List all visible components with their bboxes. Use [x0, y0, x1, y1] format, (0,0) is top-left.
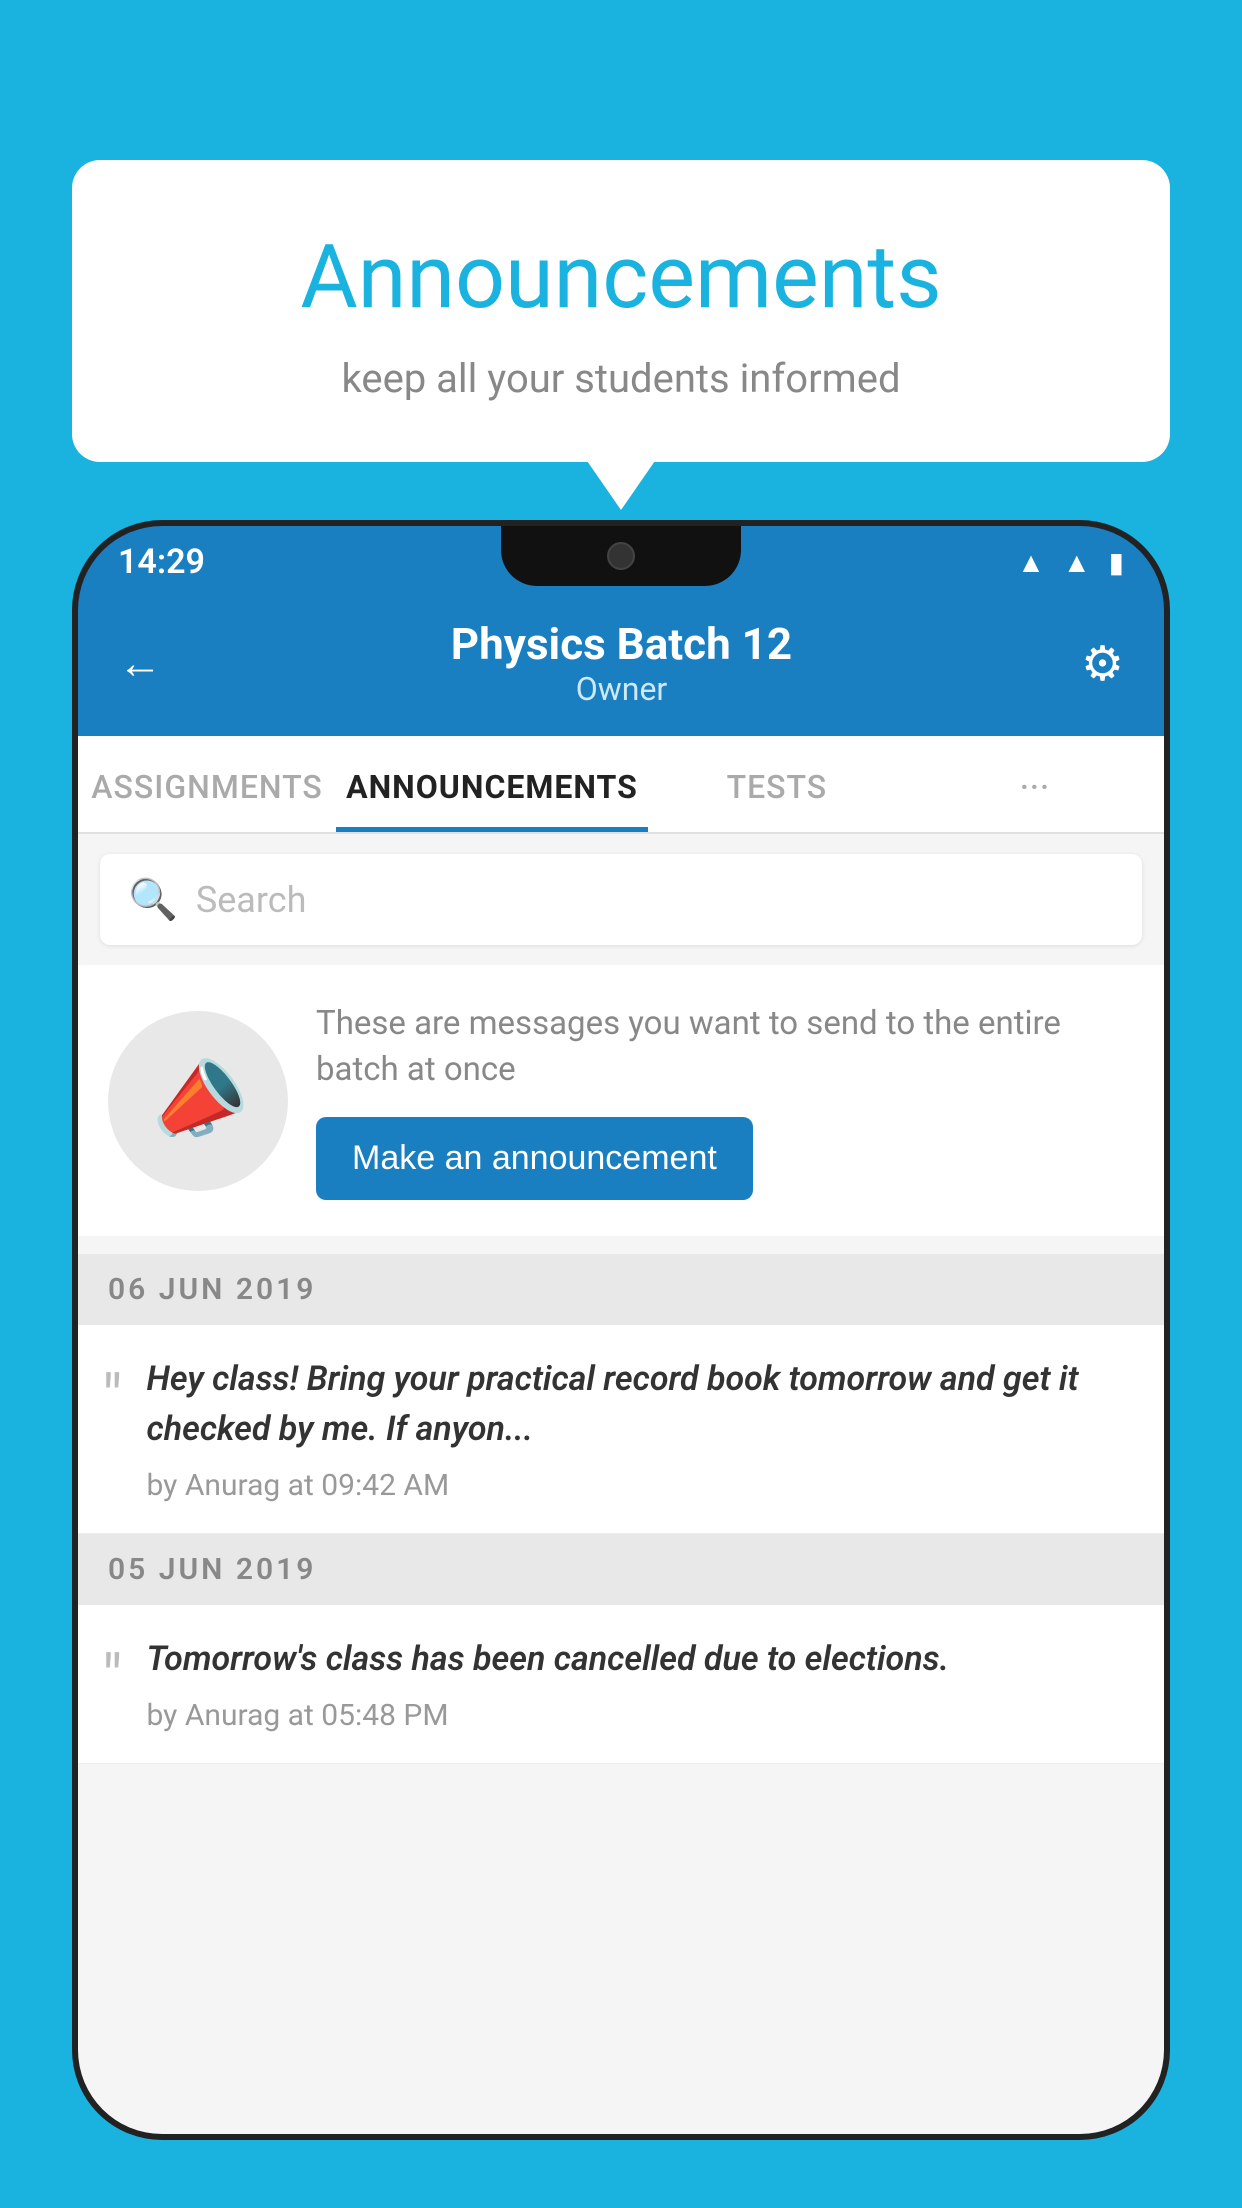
- announcement-content-1: Hey class! Bring your practical record b…: [147, 1355, 1135, 1503]
- front-camera: [607, 542, 635, 570]
- power-button: [1164, 826, 1170, 906]
- phone-notch: [501, 526, 741, 586]
- announcement-meta-2: by Anurag at 05:48 PM: [147, 1698, 449, 1733]
- signal-icon: ▲: [1063, 546, 1091, 579]
- quote-icon-2: ": [102, 1641, 123, 1716]
- batch-title: Physics Batch 12: [451, 618, 792, 670]
- header-title-group: Physics Batch 12 Owner: [451, 618, 792, 708]
- phone-mockup: 14:29 ▲ ▲ ▮ ← Physics Batch 12 Owner ⚙ A…: [72, 520, 1170, 2208]
- make-announcement-button[interactable]: Make an announcement: [316, 1117, 753, 1200]
- announcement-text-2: Tomorrow's class has been cancelled due …: [147, 1635, 1135, 1684]
- tab-tests[interactable]: TESTS: [648, 736, 906, 832]
- promo-description: These are messages you want to send to t…: [316, 1001, 1134, 1093]
- tab-more[interactable]: ···: [906, 736, 1164, 832]
- volume-down-button: [72, 1016, 78, 1136]
- announcement-item-1[interactable]: " Hey class! Bring your practical record…: [78, 1325, 1164, 1534]
- status-time: 14:29: [118, 542, 205, 582]
- tabs-bar: ASSIGNMENTS ANNOUNCEMENTS TESTS ···: [78, 736, 1164, 834]
- batch-subtitle: Owner: [451, 670, 792, 708]
- announcement-text-1: Hey class! Bring your practical record b…: [147, 1355, 1135, 1454]
- settings-gear-icon[interactable]: ⚙: [1081, 635, 1124, 692]
- announcement-promo: 📣 These are messages you want to send to…: [78, 965, 1164, 1236]
- speech-bubble-title: Announcements: [132, 230, 1110, 327]
- wifi-icon: ▲: [1017, 546, 1045, 579]
- speech-bubble-section: Announcements keep all your students inf…: [72, 160, 1170, 462]
- megaphone-icon: 📣: [138, 1042, 259, 1159]
- phone-content: 🔍 Search 📣 These are messages you want t…: [78, 834, 1164, 2140]
- speech-bubble-card: Announcements keep all your students inf…: [72, 160, 1170, 462]
- search-bar[interactable]: 🔍 Search: [100, 854, 1142, 945]
- megaphone-circle: 📣: [108, 1011, 288, 1191]
- search-icon: 🔍: [128, 876, 178, 923]
- back-button[interactable]: ←: [118, 637, 162, 689]
- promo-right: These are messages you want to send to t…: [316, 1001, 1134, 1200]
- quote-icon-1: ": [102, 1361, 123, 1436]
- app-header: ← Physics Batch 12 Owner ⚙: [78, 598, 1164, 736]
- speech-bubble-subtitle: keep all your students informed: [132, 355, 1110, 402]
- date-separator-1: 06 JUN 2019: [78, 1254, 1164, 1325]
- volume-up-button: [72, 866, 78, 986]
- battery-icon: ▮: [1109, 546, 1124, 579]
- phone-frame: 14:29 ▲ ▲ ▮ ← Physics Batch 12 Owner ⚙ A…: [72, 520, 1170, 2140]
- tab-announcements[interactable]: ANNOUNCEMENTS: [336, 736, 648, 832]
- date-separator-2: 05 JUN 2019: [78, 1534, 1164, 1605]
- tab-assignments[interactable]: ASSIGNMENTS: [78, 736, 336, 832]
- announcement-content-2: Tomorrow's class has been cancelled due …: [147, 1635, 1135, 1733]
- search-placeholder: Search: [196, 879, 307, 921]
- announcement-meta-1: by Anurag at 09:42 AM: [147, 1468, 450, 1503]
- announcement-item-2[interactable]: " Tomorrow's class has been cancelled du…: [78, 1605, 1164, 1764]
- status-icons: ▲ ▲ ▮: [1017, 546, 1124, 579]
